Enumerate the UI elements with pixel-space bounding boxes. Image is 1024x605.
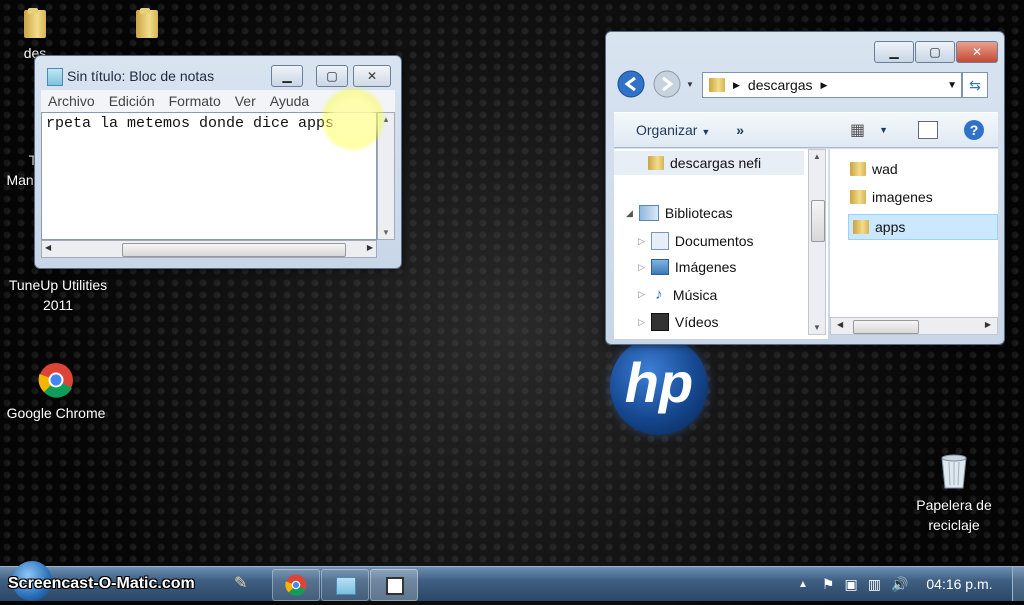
history-dropdown-icon[interactable]: ▼ [686,80,694,89]
scroll-thumb[interactable] [853,320,919,334]
view-options-icon[interactable]: ▦ [850,120,865,140]
view-dropdown-icon[interactable]: ▼ [879,125,888,135]
breadcrumb-chevron-icon[interactable]: ▶ [821,80,828,91]
nav-item-videos[interactable]: ▷ Vídeos [638,313,719,331]
pictures-icon [650,259,669,275]
desktop-icon-recycle-bin[interactable]: Papelera de reciclaje [908,452,1000,535]
videos-icon [650,313,669,331]
folder-icon [709,78,725,92]
chrome-icon [285,574,307,596]
organize-button[interactable]: Organizar ▼ [636,122,710,138]
desktop-icon-tuneup[interactable]: TuneUp Utilities 2011 [4,275,112,315]
close-button[interactable]: ✕ [956,41,998,63]
watermark: Screencast-O-Matic.com [8,575,195,592]
network-icon[interactable]: ▥ [868,576,881,593]
help-icon[interactable]: ? [964,120,984,140]
show-hidden-icons-icon[interactable]: ▲ [798,579,808,590]
music-icon: ♪ [655,286,663,303]
cursor-highlight [320,86,386,152]
desktop-icon-label: TuneUp Utilities 2011 [8,277,108,313]
nav-item-bibliotecas[interactable]: ◢ Bibliotecas [626,205,733,221]
folder-icon [22,8,48,38]
command-bar: Organizar ▼ » ▦ ▼ ? [614,112,998,148]
scroll-thumb[interactable] [811,200,825,242]
expand-arrow-icon[interactable]: ▷ [638,262,645,273]
menu-ayuda[interactable]: Ayuda [263,93,316,109]
clock[interactable]: 04:16 p.m. [926,576,992,592]
close-button[interactable]: ✕ [353,65,391,87]
forward-button[interactable] [653,70,681,98]
folder-item-imagenes[interactable]: imagenes [850,189,933,205]
chrome-icon [38,363,73,398]
expand-arrow-icon[interactable]: ▷ [638,317,645,328]
breadcrumb-chevron-icon[interactable]: ▶ [733,80,740,91]
folder-icon [850,162,866,176]
nav-vertical-scrollbar[interactable]: ▲ ▼ [808,149,826,335]
hp-logo: hp [610,337,708,435]
system-tray: ▲ ⚑ ▣ ▥ 🔊 04:16 p.m. [798,567,993,601]
folder-icon [853,220,869,234]
volume-icon[interactable]: 🔊 [891,576,908,593]
expand-arrow-icon[interactable]: ◢ [626,208,633,219]
recycle-bin-icon [941,454,967,489]
notepad-icon [47,68,63,86]
expand-arrow-icon[interactable]: ▷ [638,236,645,247]
folder-icon [648,156,664,170]
menu-formato[interactable]: Formato [162,93,228,109]
taskbar-chrome-button[interactable] [272,569,320,601]
documents-icon [650,232,669,250]
window-title: Sin título: Bloc de notas [67,68,215,84]
breadcrumb-current[interactable]: descargas [748,77,813,93]
minimize-button[interactable]: ▁ [874,41,914,63]
menu-archivo[interactable]: Archivo [41,93,102,109]
folder-item-wad[interactable]: wad [850,161,898,177]
nav-item-musica[interactable]: ▷ ♪ Música [638,286,717,303]
scroll-right-arrow-icon[interactable]: ▶ [367,243,373,252]
menu-edicion[interactable]: Edición [102,93,162,109]
refresh-button[interactable]: ⇆ [962,72,988,98]
file-list: wad imagenes apps [830,149,998,317]
content-horizontal-scrollbar[interactable]: ◀ ▶ [830,317,998,335]
flag-icon[interactable]: ⚑ [822,576,835,593]
scroll-left-arrow-icon[interactable]: ◀ [45,243,51,252]
menu-ver[interactable]: Ver [228,93,263,109]
folder-icon [134,8,160,38]
folder-icon [336,577,356,595]
taskbar-explorer-button[interactable] [321,569,369,601]
libraries-icon [638,205,659,221]
more-commands-button[interactable]: » [736,122,744,138]
explorer-window[interactable]: ▁ ▢ ✕ ▼ ▶ descargas ▶ ▼ ⇆ Organizar ▼ » … [605,31,1005,345]
desktop-icon-label: Google Chrome [6,405,106,421]
notepad-icon [386,577,404,595]
maximize-button[interactable]: ▢ [316,65,348,87]
nav-item-documentos[interactable]: ▷ Documentos [638,232,754,250]
desktop-icon-folder[interactable] [130,8,164,43]
show-desktop-button[interactable] [1012,567,1024,601]
minimize-button[interactable]: ▁ [271,65,303,87]
desktop-icon-chrome[interactable]: Google Chrome [0,362,112,423]
scroll-down-arrow-icon[interactable]: ▼ [382,228,390,237]
horizontal-scrollbar[interactable]: ◀ ▶ [41,240,377,258]
folder-item-apps[interactable]: apps [848,214,998,240]
power-icon[interactable]: ▣ [844,576,857,593]
scroll-thumb[interactable] [122,243,346,257]
expand-arrow-icon[interactable]: ▷ [638,289,645,300]
maximize-button[interactable]: ▢ [915,41,955,63]
address-dropdown-icon[interactable]: ▼ [947,80,957,91]
desktop-icon-label: Mant [6,172,38,188]
back-button[interactable] [617,70,645,98]
desktop-icon-label: Papelera de reciclaje [916,497,992,533]
nav-item-descargas-nefi[interactable]: descargas nefi [614,151,804,175]
paint-icon[interactable]: ✎ [234,573,247,593]
preview-pane-icon[interactable] [918,121,938,139]
navigation-pane: descargas nefi ◢ Bibliotecas ▷ Documento… [614,149,828,339]
nav-item-imagenes[interactable]: ▷ Imágenes [638,259,736,275]
taskbar-notepad-button[interactable] [370,569,418,601]
address-bar[interactable]: ▶ descargas ▶ ▼ [702,72,962,98]
folder-icon [850,190,866,204]
taskbar: Screencast-O-Matic.com ✎ ▲ ⚑ ▣ ▥ 🔊 04:16… [0,561,1024,601]
